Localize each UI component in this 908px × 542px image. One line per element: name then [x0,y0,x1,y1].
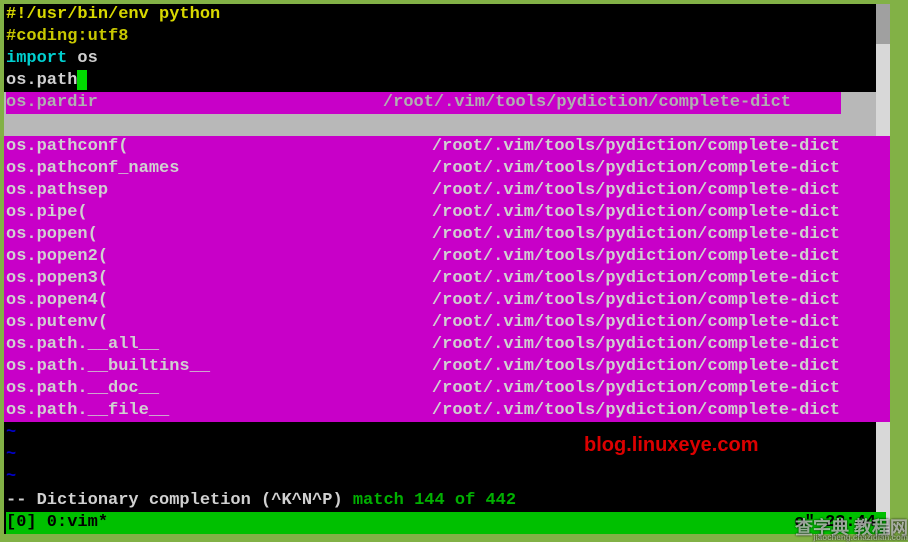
completion-item[interactable]: os.popen4( /root/.vim/tools/pydiction/com… [4,290,890,312]
completion-item-name: os.popen3( [6,268,108,290]
completion-item-name: os.path.__all__ [6,334,159,356]
completion-item-source: /root/.vim/tools/pydiction/complete-dict [432,224,840,246]
completion-item-source: /root/.vim/tools/pydiction/complete-dict [432,312,840,334]
completion-item-name: os.popen( [6,224,98,246]
empty-line: ~ [4,466,890,488]
watermark-chinese: 查字典 教程网 jiaocheng.chazidian.com [795,514,908,540]
completion-item-source: /root/.vim/tools/pydiction/complete-dict [432,290,840,312]
completion-item-name: os.path.__builtins__ [6,356,210,378]
completion-item-source: /root/.vim/tools/pydiction/complete-dict [432,180,840,202]
completion-item[interactable]: os.pathsep/root/.vim/tools/pydiction/com… [4,180,890,202]
completion-item[interactable]: os.pathconf( /root/.vim/tools/pydiction/c… [4,136,890,158]
completion-item-source: /root/.vim/tools/pydiction/complete-dict [432,246,840,268]
completion-item-name: os.path.__doc__ [6,378,159,400]
completion-item[interactable]: os.pipe( /root/.vim/tools/pydiction/compl… [4,202,890,224]
cursor [77,70,87,90]
completion-item[interactable]: os.popen3( /root/.vim/tools/pydiction/com… [4,268,890,290]
completion-selected[interactable]: os.pardir /root/.vim/tools/pydiction/com… [4,92,890,114]
completion-item-name: os.pathconf_names [6,158,179,180]
completion-gap [4,114,890,136]
completion-item-source: /root/.vim/tools/pydiction/complete-dict [432,356,840,378]
completion-item-name: os.path.__file__ [6,400,169,422]
completion-item-name: os.popen4( [6,290,108,312]
completion-item[interactable]: os.popen( /root/.vim/tools/pydiction/comp… [4,224,890,246]
completion-item[interactable]: os.path.__file__ /root/.vim/tools/pydicti… [4,400,890,422]
code-coding: #coding:utf8 [6,27,128,46]
code-shebang: #!/usr/bin/env python [6,5,220,24]
tmux-left: [0] 0:vim* [6,513,108,532]
scroll-thumb[interactable] [876,4,890,44]
completion-item-name: os.pathconf( [6,136,128,158]
vim-mode-status: -- Dictionary completion (^K^N^P) match … [6,490,516,512]
completion-item-name: os.putenv( [6,312,108,334]
completion-item[interactable]: os.path.__all__ /root/.vim/tools/pydictio… [4,334,890,356]
completion-item[interactable]: os.path.__doc__ /root/.vim/tools/pydictio… [4,378,890,400]
completion-item-name: os.pipe( [6,202,88,224]
completion-item-source: /root/.vim/tools/pydiction/complete-dict [432,378,840,400]
completion-item-name: os.pathsep [6,180,108,202]
keyword-import: import [6,49,67,68]
completion-item[interactable]: os.pathconf_names/root/.vim/tools/pydict… [4,158,890,180]
completion-item[interactable]: os.path.__builtins__ /root/.vim/tools/pyd… [4,356,890,378]
completion-item-name: os.popen2( [6,246,108,268]
completion-item-source: /root/.vim/tools/pydiction/complete-dict [432,334,840,356]
completion-item-source: /root/.vim/tools/pydiction/complete-dict [383,92,791,114]
match-count: match 144 of 442 [353,491,516,510]
watermark-blog-url: blog.linuxeye.com [584,434,758,457]
completion-item[interactable]: os.popen2( /root/.vim/tools/pydiction/com… [4,246,890,268]
completion-popup[interactable]: os.pathconf( /root/.vim/tools/pydiction/c… [4,136,890,422]
typed-text: os.path [6,71,77,90]
completion-item[interactable]: os.putenv( /root/.vim/tools/pydiction/com… [4,312,890,334]
module-os: os [67,49,98,68]
completion-item-source: /root/.vim/tools/pydiction/complete-dict [432,400,840,422]
completion-item-source: /root/.vim/tools/pydiction/complete-dict [432,268,840,290]
completion-item-name: os.pardir [6,92,98,114]
tmux-status-bar: [0] 0:vim* o" 23:44 [6,512,886,534]
completion-item-source: /root/.vim/tools/pydiction/complete-dict [432,136,840,158]
completion-item-source: /root/.vim/tools/pydiction/complete-dict [432,158,840,180]
completion-item-source: /root/.vim/tools/pydiction/complete-dict [432,202,840,224]
